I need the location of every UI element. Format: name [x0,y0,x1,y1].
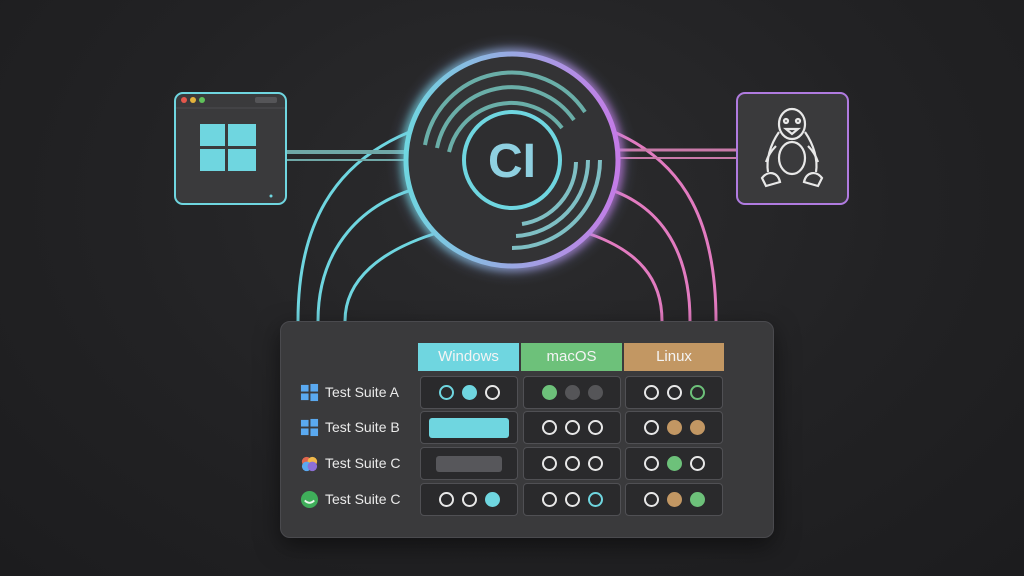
status-dot [484,385,500,400]
hub-label: CI [488,135,536,188]
column-header-windows: Windows [418,343,519,371]
status-cell-linux[interactable] [625,411,723,444]
status-dot [643,420,659,435]
status-cell-macos[interactable] [523,411,621,444]
windows-icon [300,418,319,437]
status-dot [541,492,557,507]
status-dot [666,420,682,435]
status-dot [689,492,705,507]
status-dot [666,456,682,471]
windows-node [174,92,287,205]
green-smile-icon [300,490,319,509]
status-dot [689,385,705,400]
progress-bar [429,417,509,438]
status-cell-windows[interactable] [420,447,518,480]
status-dot [587,492,603,507]
progress-bar [436,455,502,472]
ci-hub: CI [386,34,638,286]
status-dot [689,420,705,435]
status-dot [643,385,659,400]
status-cell-windows[interactable] [420,483,518,516]
linux-node [736,92,849,205]
status-cell-windows[interactable] [420,376,518,409]
window-max-dot [199,97,205,103]
status-cell-macos[interactable] [523,447,621,480]
status-dot [541,420,557,435]
status-cell-macos[interactable] [523,376,621,409]
status-dot [564,420,580,435]
status-cell-linux[interactable] [625,447,723,480]
row-label-4: Test Suite C [300,488,400,510]
status-dot [564,492,580,507]
status-dot [643,492,659,507]
status-dot [541,385,557,400]
status-dot [666,385,682,400]
row-label-3: Test Suite C [300,452,400,474]
status-cell-linux[interactable] [625,483,723,516]
status-dot [438,492,454,507]
status-dot [666,492,682,507]
status-dot [643,456,659,471]
status-cell-macos[interactable] [523,483,621,516]
status-dot [587,456,603,471]
status-dot [438,385,454,400]
row-label-text: Test Suite A [325,384,399,400]
column-header-linux: Linux [624,343,724,371]
status-dot [564,385,580,400]
row-label-text: Test Suite B [325,419,400,435]
column-header-macos: macOS [521,343,622,371]
status-cell-linux[interactable] [625,376,723,409]
status-dot [461,492,477,507]
row-label-text: Test Suite C [325,491,401,507]
status-dot [541,456,557,471]
status-dot [689,456,705,471]
row-label-1: Test Suite A [300,381,399,403]
status-dot [461,385,477,400]
status-dot [484,492,500,507]
status-dot [587,420,603,435]
windows-icon [300,383,319,402]
window-min-dot [190,97,196,103]
window-close-dot [181,97,187,103]
status-dot [564,456,580,471]
row-label-2: Test Suite B [300,416,400,438]
row-label-text: Test Suite C [325,455,401,471]
apple-multicolor-icon [300,454,319,473]
status-cell-windows[interactable] [420,411,518,444]
status-dot [587,385,603,400]
